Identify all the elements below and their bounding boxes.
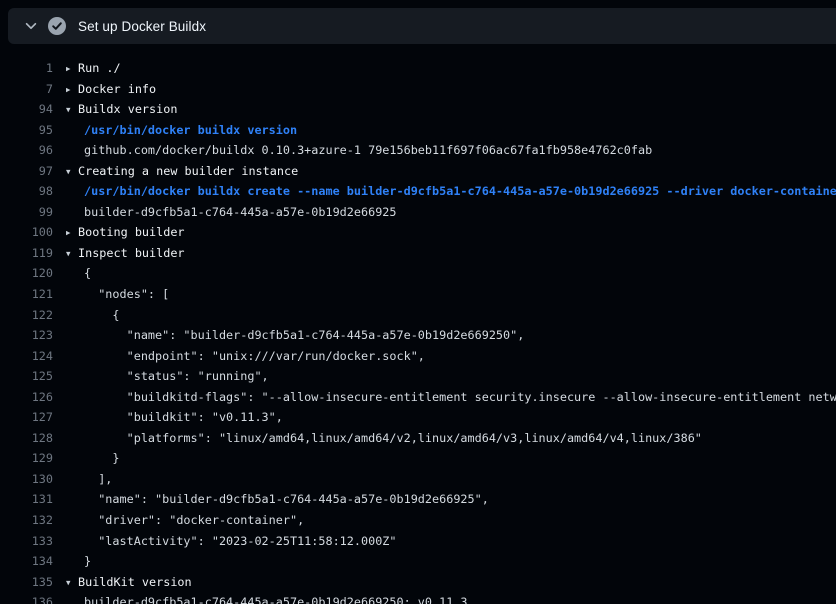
chevron-down-icon[interactable]	[24, 19, 38, 33]
log-line-text: BuildKit version	[78, 575, 192, 589]
log-line-text: "name": "builder-d9cfb5a1-c764-445a-a57e…	[84, 328, 524, 342]
log-group-row[interactable]: 119 ▼Inspect builder	[0, 243, 836, 264]
line-number[interactable]: 96	[0, 140, 53, 161]
group-collapsed-icon[interactable]: ▶	[66, 59, 78, 79]
line-number[interactable]: 126	[0, 387, 53, 408]
log-line: 136 builder-d9cfb5a1-c764-445a-a57e-0b19d…	[0, 592, 836, 604]
log-line-text: builder-d9cfb5a1-c764-445a-a57e-0b19d2e6…	[84, 595, 468, 604]
log-viewer: 1▶Run ./7▶Docker info94▼Buildx version95…	[0, 44, 836, 604]
log-line-text: {	[84, 266, 91, 280]
log-line: 126 "buildkitd-flags": "--allow-insecure…	[0, 387, 836, 408]
log-line: 128 "platforms": "linux/amd64,linux/amd6…	[0, 428, 836, 449]
log-line: 123 "name": "builder-d9cfb5a1-c764-445a-…	[0, 325, 836, 346]
line-number[interactable]: 121	[0, 284, 53, 305]
log-line-text: Booting builder	[78, 225, 185, 239]
line-number[interactable]: 119	[0, 243, 53, 264]
log-group-row[interactable]: 97 ▼Creating a new builder instance	[0, 161, 836, 182]
step-header[interactable]: Set up Docker Buildx	[8, 8, 836, 44]
group-collapsed-icon[interactable]: ▶	[66, 80, 78, 100]
log-line-text: Creating a new builder instance	[78, 164, 298, 178]
line-number[interactable]: 131	[0, 489, 53, 510]
check-circle-icon	[48, 17, 66, 35]
log-line-text: }	[84, 451, 120, 465]
log-group-row[interactable]: 135 ▼BuildKit version	[0, 572, 836, 593]
log-line: 95/usr/bin/docker buildx version	[0, 120, 836, 141]
log-line: 130 ],	[0, 469, 836, 490]
line-number[interactable]: 128	[0, 428, 53, 449]
line-number[interactable]: 99	[0, 202, 53, 223]
log-line-text: Run ./	[78, 61, 121, 75]
group-collapsed-icon[interactable]: ▶	[66, 223, 78, 243]
log-line: 134}	[0, 551, 836, 572]
line-number[interactable]: 95	[0, 120, 53, 141]
line-number[interactable]: 132	[0, 510, 53, 531]
line-number[interactable]: 125	[0, 366, 53, 387]
log-line: 133 "lastActivity": "2023-02-25T11:58:12…	[0, 531, 836, 552]
group-expanded-icon[interactable]: ▼	[66, 162, 78, 182]
line-number[interactable]: 97	[0, 161, 53, 182]
log-group-row[interactable]: 7 ▶Docker info	[0, 79, 836, 100]
log-line: 125 "status": "running",	[0, 366, 836, 387]
log-line-text: builder-d9cfb5a1-c764-445a-a57e-0b19d2e6…	[84, 205, 397, 219]
line-number[interactable]: 135	[0, 572, 53, 593]
line-number[interactable]: 123	[0, 325, 53, 346]
line-number[interactable]: 7	[0, 79, 53, 100]
line-number[interactable]: 1	[0, 58, 53, 79]
log-line: 129 }	[0, 448, 836, 469]
log-line-text: Inspect builder	[78, 246, 185, 260]
log-line-text: "status": "running",	[84, 369, 269, 383]
log-line: 96 github.com/docker/buildx 0.10.3+azure-…	[0, 140, 836, 161]
line-number[interactable]: 127	[0, 407, 53, 428]
log-line: 124 "endpoint": "unix:///var/run/docker.…	[0, 346, 836, 367]
line-number[interactable]: 129	[0, 448, 53, 469]
log-line-text: "endpoint": "unix:///var/run/docker.sock…	[84, 349, 425, 363]
line-number[interactable]: 136	[0, 592, 53, 604]
log-group-row[interactable]: 94 ▼Buildx version	[0, 99, 836, 120]
line-number[interactable]: 130	[0, 469, 53, 490]
log-line: 131 "name": "builder-d9cfb5a1-c764-445a-…	[0, 489, 836, 510]
log-line-text: "buildkitd-flags": "--allow-insecure-ent…	[84, 390, 836, 404]
log-line-text: }	[84, 554, 91, 568]
log-line-text: "nodes": [	[84, 287, 169, 301]
group-expanded-icon[interactable]: ▼	[66, 573, 78, 593]
log-line-text: github.com/docker/buildx 0.10.3+azure-1 …	[84, 143, 652, 157]
line-number[interactable]: 134	[0, 551, 53, 572]
log-line-text: "buildkit": "v0.11.3",	[84, 410, 283, 424]
line-number[interactable]: 98	[0, 181, 53, 202]
log-line-text: /usr/bin/docker buildx create --name bui…	[84, 184, 836, 198]
line-number[interactable]: 120	[0, 263, 53, 284]
log-line-text: "lastActivity": "2023-02-25T11:58:12.000…	[84, 534, 397, 548]
log-line: 98/usr/bin/docker buildx create --name b…	[0, 181, 836, 202]
log-line: 132 "driver": "docker-container",	[0, 510, 836, 531]
log-line-text: /usr/bin/docker buildx version	[84, 123, 297, 137]
line-number[interactable]: 133	[0, 531, 53, 552]
line-number[interactable]: 122	[0, 305, 53, 326]
log-group-row[interactable]: 100 ▶Booting builder	[0, 222, 836, 243]
log-line-text: ],	[84, 472, 112, 486]
log-line-text: "platforms": "linux/amd64,linux/amd64/v2…	[84, 431, 702, 445]
log-group-row[interactable]: 1 ▶Run ./	[0, 58, 836, 79]
log-line: 127 "buildkit": "v0.11.3",	[0, 407, 836, 428]
log-line-text: {	[84, 308, 120, 322]
step-title: Set up Docker Buildx	[78, 19, 206, 34]
group-expanded-icon[interactable]: ▼	[66, 100, 78, 120]
log-line: 121 "nodes": [	[0, 284, 836, 305]
log-line: 122 {	[0, 305, 836, 326]
log-line: 120 {	[0, 263, 836, 284]
group-expanded-icon[interactable]: ▼	[66, 244, 78, 264]
log-line-text: "name": "builder-d9cfb5a1-c764-445a-a57e…	[84, 492, 489, 506]
log-line-text: "driver": "docker-container",	[84, 513, 304, 527]
line-number[interactable]: 124	[0, 346, 53, 367]
log-line: 99 builder-d9cfb5a1-c764-445a-a57e-0b19d2…	[0, 202, 836, 223]
log-line-text: Docker info	[78, 82, 156, 96]
line-number[interactable]: 100	[0, 222, 53, 243]
log-line-text: Buildx version	[78, 102, 177, 116]
line-number[interactable]: 94	[0, 99, 53, 120]
